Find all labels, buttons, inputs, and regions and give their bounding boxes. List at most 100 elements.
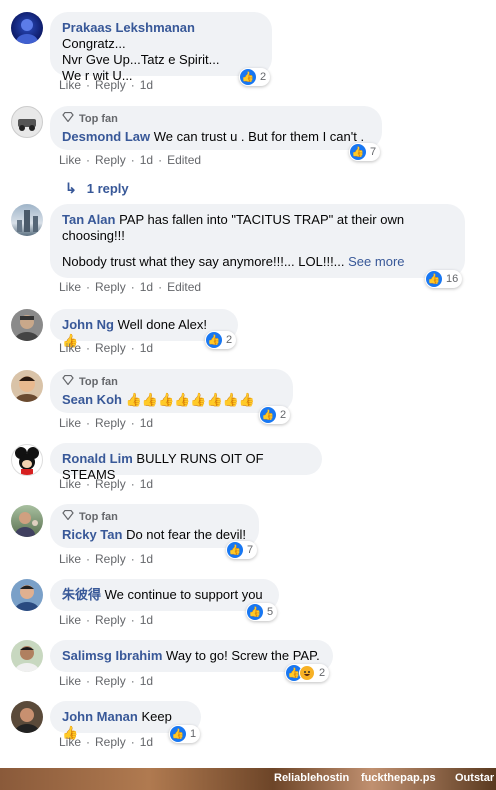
reaction-count[interactable]: 👍 2 xyxy=(205,331,237,349)
timestamp[interactable]: 1d xyxy=(140,341,153,355)
comment-text: Nvr Gve Up...Tatz e Spirit... xyxy=(62,52,220,67)
comment-author[interactable]: Tan Alan xyxy=(62,212,115,227)
avatar[interactable] xyxy=(11,579,43,611)
reaction-count[interactable]: 👍 2 xyxy=(239,68,271,86)
avatar[interactable] xyxy=(11,505,43,537)
timestamp[interactable]: 1d xyxy=(140,477,153,491)
timestamp[interactable]: 1d xyxy=(140,735,153,749)
like-button[interactable]: Like xyxy=(59,613,81,627)
reply-button[interactable]: Reply xyxy=(95,735,126,749)
like-icon: 👍 xyxy=(240,69,256,85)
comment-actions: Like · Reply · 1d · Edited xyxy=(59,280,202,294)
reaction-count[interactable]: 👍 2 xyxy=(259,406,291,424)
like-icon: 👍 xyxy=(170,726,186,742)
comment-text: Congratz... xyxy=(62,36,126,51)
like-icon: 👍 xyxy=(426,271,442,287)
avatar[interactable] xyxy=(11,106,43,138)
comment-text: We continue to support you xyxy=(104,587,263,602)
comment-actions: Like · Reply · 1d xyxy=(59,341,154,355)
comment-author[interactable]: Prakaas Lekshmanan xyxy=(62,20,195,35)
comment-actions: Like · Reply · 1d xyxy=(59,78,154,92)
avatar[interactable] xyxy=(11,12,43,44)
bookmark-item[interactable]: Reliablehostin xyxy=(274,772,349,784)
reply-button[interactable]: Reply xyxy=(95,613,126,627)
like-button[interactable]: Like xyxy=(59,416,81,430)
comment-bubble: Top fan Ricky Tan Do not fear the devil! xyxy=(50,504,259,548)
timestamp[interactable]: 1d xyxy=(140,280,153,294)
timestamp[interactable]: 1d xyxy=(140,78,153,92)
edited-label: Edited xyxy=(167,153,202,167)
comment-author[interactable]: Desmond Law xyxy=(62,129,150,144)
comment-author[interactable]: 朱彼得 xyxy=(62,587,101,602)
comment-actions: Like · Reply · 1d xyxy=(59,477,154,491)
edited-label: Edited xyxy=(167,280,202,294)
reaction-count[interactable]: 👍 7 xyxy=(349,143,381,161)
reaction-count[interactable]: 👍 5 xyxy=(246,603,278,621)
comment-author[interactable]: Sean Koh xyxy=(62,392,122,407)
like-icon: 👍 xyxy=(206,332,222,348)
avatar[interactable] xyxy=(11,370,43,402)
reply-button[interactable]: Reply xyxy=(95,341,126,355)
avatar[interactable] xyxy=(11,204,43,236)
like-button[interactable]: Like xyxy=(59,280,81,294)
reply-arrow-icon: ↳ xyxy=(65,180,77,196)
comment-bubble: Top fan Sean Koh 👍👍👍👍👍👍👍👍 xyxy=(50,369,293,413)
top-fan-badge: Top fan xyxy=(62,374,281,388)
bookmark-item[interactable]: Outstar xyxy=(455,772,494,784)
comment-bubble: 朱彼得 We continue to support you xyxy=(50,579,279,611)
comment-actions: Like · Reply · 1d · Edited xyxy=(59,153,202,167)
avatar[interactable] xyxy=(11,701,43,733)
comment-actions: Like · Reply · 1d xyxy=(59,735,154,749)
diamond-icon xyxy=(62,111,74,125)
reply-button[interactable]: Reply xyxy=(95,477,126,491)
avatar[interactable] xyxy=(11,444,43,476)
bottom-bookmark-bar: Reliablehostin fuckthepap.ps Outstar xyxy=(0,768,496,790)
like-button[interactable]: Like xyxy=(59,735,81,749)
like-button[interactable]: Like xyxy=(59,552,81,566)
reply-button[interactable]: Reply xyxy=(95,78,126,92)
timestamp[interactable]: 1d xyxy=(140,416,153,430)
reaction-count[interactable]: 👍 1 xyxy=(169,725,201,743)
reply-button[interactable]: Reply xyxy=(95,674,126,688)
timestamp[interactable]: 1d xyxy=(140,153,153,167)
timestamp[interactable]: 1d xyxy=(140,613,153,627)
comment-text: We can trust u . But for them I can't . xyxy=(153,129,365,144)
like-icon: 👍 xyxy=(227,542,243,558)
like-button[interactable]: Like xyxy=(59,341,81,355)
comment-author[interactable]: Salimsg Ibrahim xyxy=(62,648,162,663)
top-fan-badge: Top fan xyxy=(62,509,247,523)
comment-author[interactable]: Ronald Lim xyxy=(62,451,133,466)
comment-bubble: Ronald Lim BULLY RUNS OIT OF STEAMS xyxy=(50,443,322,482)
reaction-count[interactable]: 👍 16 xyxy=(425,270,463,288)
comment-bubble: Tan Alan PAP has fallen into "TACITUS TR… xyxy=(50,204,465,278)
like-icon: 👍 xyxy=(350,144,366,160)
comment-author[interactable]: Ricky Tan xyxy=(62,527,122,542)
reaction-count[interactable]: 👍 2 xyxy=(285,664,330,682)
comment-actions: Like · Reply · 1d xyxy=(59,416,154,430)
comment-bubble: Prakaas Lekshmanan Congratz... Nvr Gve U… xyxy=(50,12,272,83)
like-icon: 👍 xyxy=(247,604,263,620)
see-more-link[interactable]: See more xyxy=(348,254,404,269)
diamond-icon xyxy=(62,509,74,523)
comment-actions: Like · Reply · 1d xyxy=(59,552,154,566)
like-button[interactable]: Like xyxy=(59,477,81,491)
avatar[interactable] xyxy=(11,309,43,341)
reply-button[interactable]: Reply xyxy=(95,416,126,430)
like-button[interactable]: Like xyxy=(59,78,81,92)
bookmark-item[interactable]: fuckthepap.ps xyxy=(361,772,436,784)
diamond-icon xyxy=(62,374,74,388)
reply-button[interactable]: Reply xyxy=(95,280,126,294)
timestamp[interactable]: 1d xyxy=(140,674,153,688)
avatar[interactable] xyxy=(11,640,43,672)
comment-author[interactable]: John Manan xyxy=(62,709,138,724)
reaction-count[interactable]: 👍 7 xyxy=(226,541,258,559)
like-button[interactable]: Like xyxy=(59,153,81,167)
comment-author[interactable]: John Ng xyxy=(62,317,114,332)
view-replies-link[interactable]: ↳ 1 reply xyxy=(65,180,129,197)
comment-text: Way to go! Screw the PAP. xyxy=(166,648,320,663)
reply-button[interactable]: Reply xyxy=(95,153,126,167)
timestamp[interactable]: 1d xyxy=(140,552,153,566)
like-button[interactable]: Like xyxy=(59,674,81,688)
comment-text: 👍👍👍👍👍👍👍👍 xyxy=(125,392,256,407)
reply-button[interactable]: Reply xyxy=(95,552,126,566)
